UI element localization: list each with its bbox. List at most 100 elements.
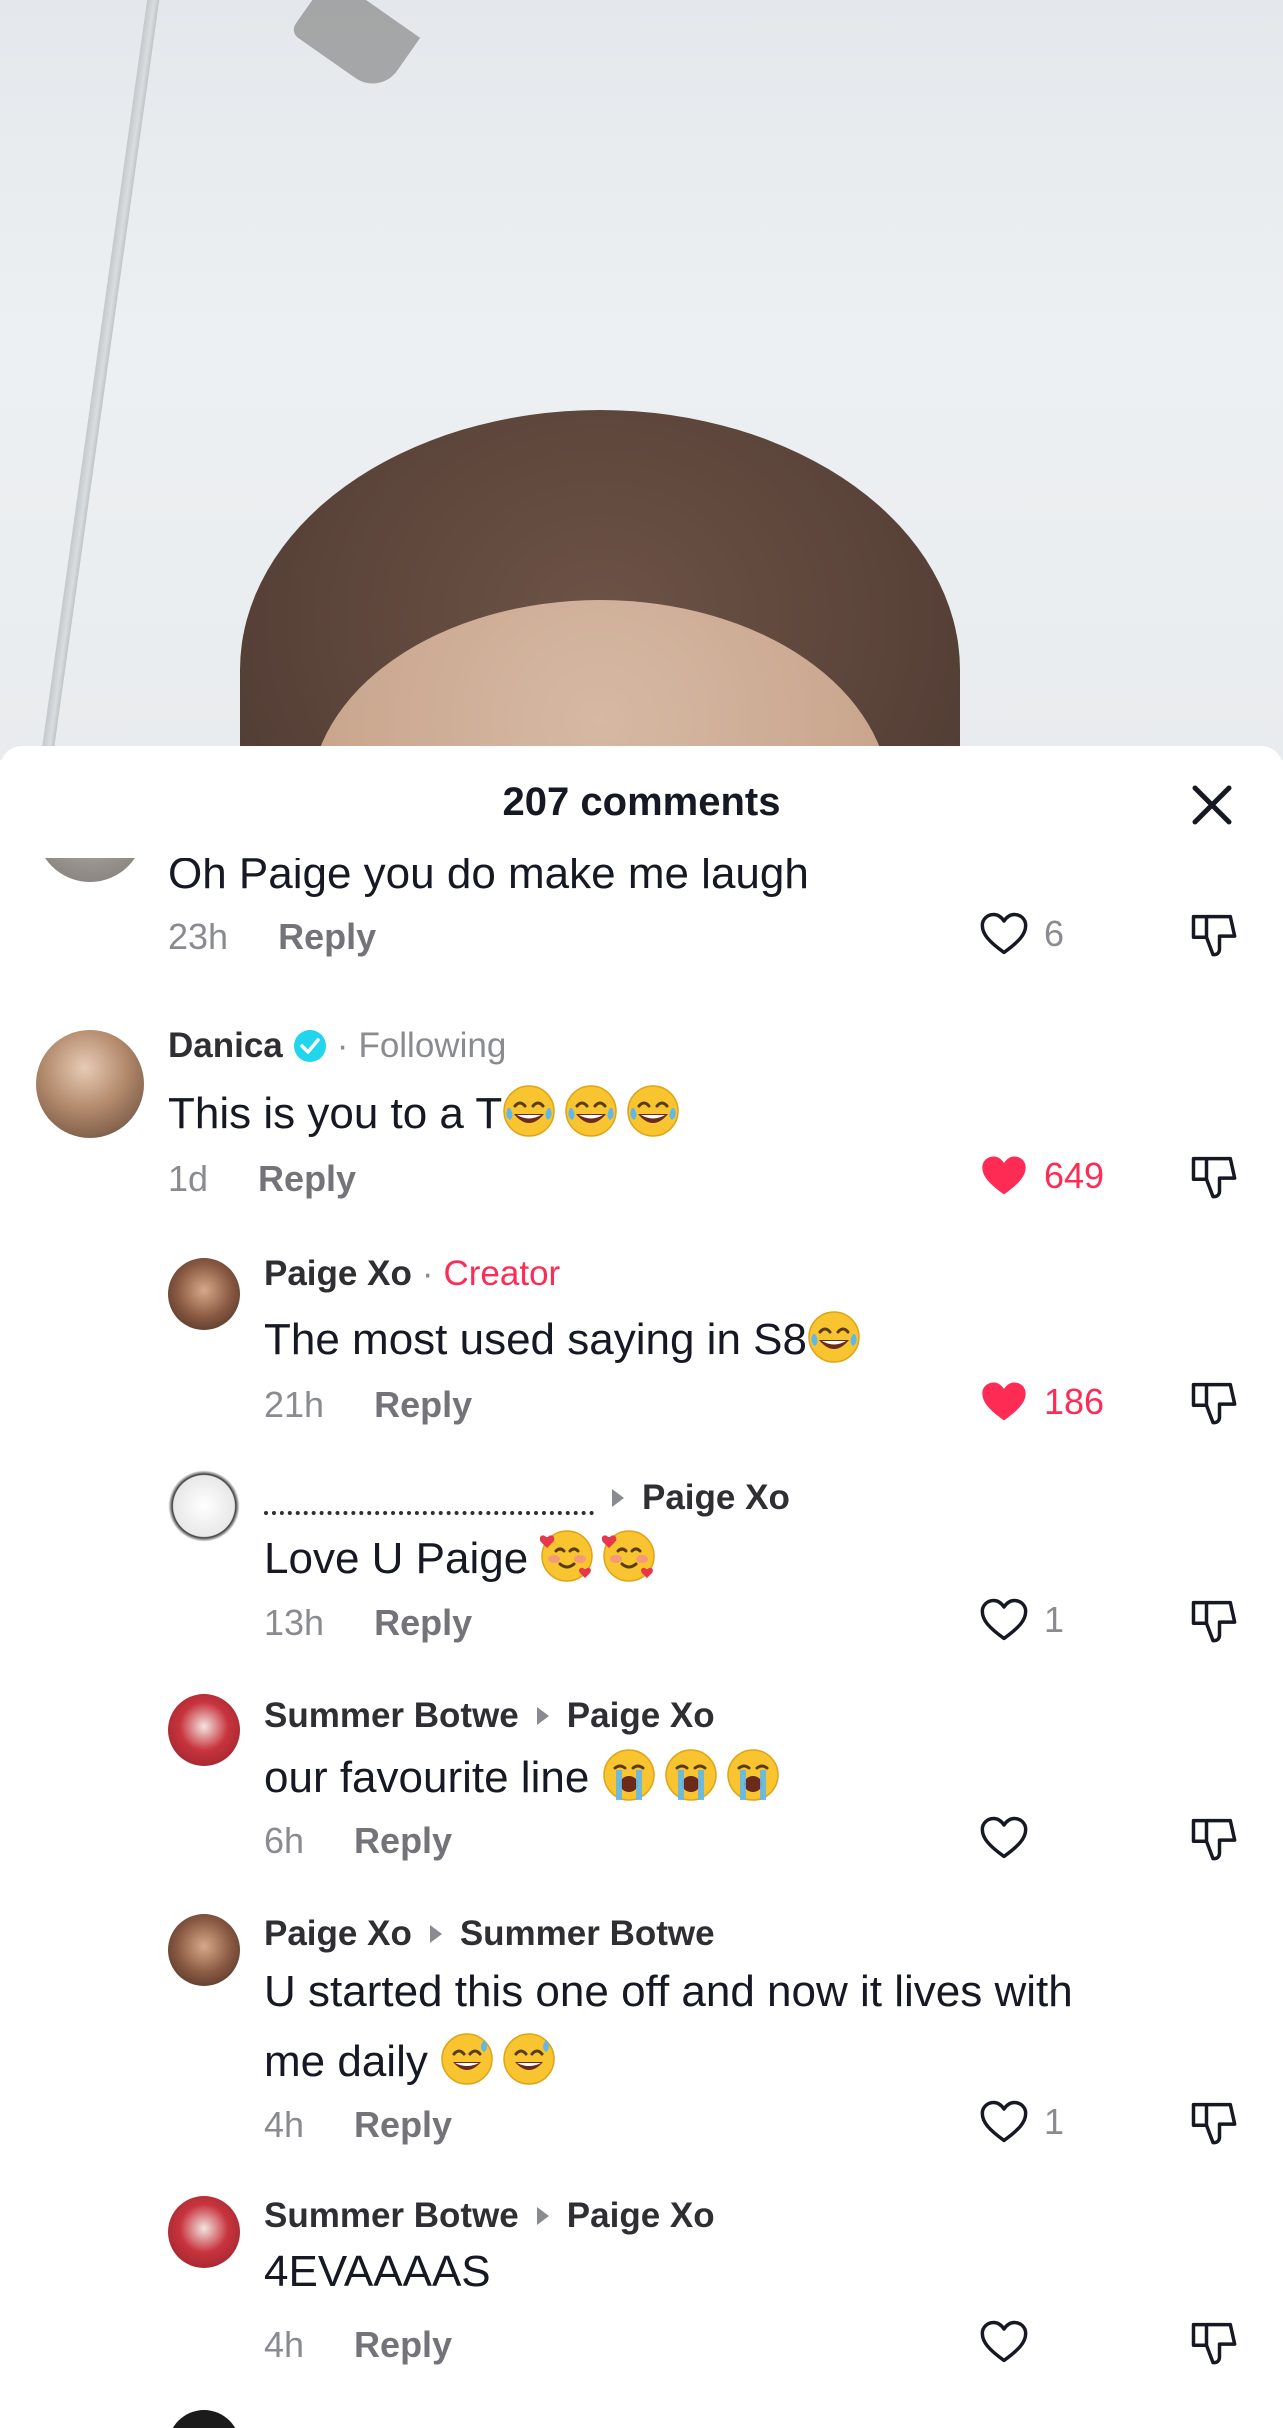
comment-text-content: me daily [264,2037,428,2086]
separator-dot: · [336,1026,349,1065]
username[interactable]: Paige Xo [264,1254,412,1294]
comment-actions: 6h Reply [264,1820,452,1862]
comment-meta: Paige Xo · Creator [264,1254,560,1294]
sweat-smile-emoji-icon [502,2032,556,2086]
comment-actions: 21h Reply [264,1384,472,1426]
reply-to-username[interactable]: Summer Botwe [460,1914,715,1954]
comment-meta: Paige Xo Summer Botwe [264,1914,715,1954]
reply-button[interactable]: Reply [354,1820,452,1862]
avatar[interactable] [168,1914,240,1986]
heart-filled-icon [978,1376,1030,1428]
avatar[interactable] [168,1470,240,1542]
like-count: 649 [1044,1155,1105,1196]
crying-emoji-icon [726,1748,780,1802]
username[interactable]: Summer Botwe [264,2196,519,2236]
thumbs-down-icon[interactable] [1187,1376,1239,1428]
comment-time: 4h [264,2324,305,2365]
heart-icon [978,2096,1030,2148]
like-count: 6 [1044,913,1065,954]
comment-text-content: our favourite line [264,1753,590,1802]
reply-button[interactable]: Reply [258,1158,356,1200]
comment-time: 23h [168,916,229,957]
reply-button[interactable]: Reply [374,1384,472,1426]
sweat-smile-emoji-icon [440,2032,494,2086]
comment-actions: 1d Reply [168,1158,356,1200]
heart-icon [978,2316,1030,2368]
close-icon[interactable] [1189,782,1235,828]
reply-arrow-icon [536,1707,549,1725]
thumbs-down-icon[interactable] [1187,1150,1239,1202]
avatar[interactable] [168,2196,240,2268]
laughing-emoji-icon [502,1084,556,1138]
like-button[interactable]: 1 [978,2096,1064,2148]
username-clipped[interactable] [264,1501,594,1515]
comment-text: U started this one off and now it lives … [264,1967,1073,2016]
comment-time: 4h [264,2104,305,2145]
separator-dot: · [421,1254,434,1293]
avatar[interactable] [168,1694,240,1766]
avatar[interactable] [168,2410,240,2428]
comment-text: This is you to a T [168,1078,688,1150]
laughing-emoji-icon [626,1084,680,1138]
comment-text-content: This is you to a T [168,1089,503,1138]
comments-header: 207 comments [0,746,1283,858]
verified-badge-icon [293,1030,326,1062]
comment-meta: Summer Botwe Paige Xo [264,2196,715,2236]
background-lamp [289,0,421,96]
smiling-hearts-emoji-icon [540,1529,594,1583]
thumbs-down-icon[interactable] [1187,1812,1239,1864]
comment-time: 13h [264,1602,325,1643]
creator-badge: Creator [443,1254,561,1293]
reply-to-username[interactable]: Paige Xo [567,2196,715,2236]
like-button[interactable]: 649 [978,1150,1104,1202]
comment-text: our favourite line [264,1742,788,1814]
video-player[interactable] [0,0,1283,760]
heart-icon [978,908,1030,960]
reply-arrow-icon [536,2207,549,2225]
username[interactable]: Summer Botwe [264,1696,519,1736]
username[interactable]: Paige Xo [264,1914,412,1954]
thumbs-down-icon[interactable] [1187,2316,1239,2368]
heart-icon [978,1812,1030,1864]
reply-button[interactable]: Reply [278,916,376,958]
like-count: 1 [1044,1599,1065,1640]
like-button[interactable]: 6 [978,908,1064,960]
comment-time: 1d [168,1158,209,1199]
thumbs-down-icon[interactable] [1187,908,1239,960]
like-button[interactable]: 186 [978,1376,1104,1428]
laughing-emoji-icon [564,1084,618,1138]
comments-list[interactable]: Oh Paige you do make me laugh 23h Reply … [0,858,1283,2428]
heart-filled-icon [978,1150,1030,1202]
comment-meta: Paige Xo [264,1478,790,1518]
username[interactable]: Danica [168,1026,283,1066]
comment-text-content: The most used saying in S8 [264,1315,807,1364]
reply-to-username[interactable]: Paige Xo [642,1478,790,1518]
reply-button[interactable]: Reply [374,1602,472,1644]
comment-actions: 13h Reply [264,1602,472,1644]
avatar[interactable] [36,858,144,882]
crying-emoji-icon [602,1748,656,1802]
comment-text: Oh Paige you do make me laugh [168,858,809,898]
comment-actions: 23h Reply [168,916,376,958]
comment-text: The most used saying in S8 [264,1304,869,1376]
reply-to-username[interactable]: Paige Xo [567,1696,715,1736]
comment-text: me daily [264,2026,564,2098]
thumbs-down-icon[interactable] [1187,2096,1239,2148]
crying-emoji-icon [664,1748,718,1802]
reply-arrow-icon [429,1925,442,1943]
reply-button[interactable]: Reply [354,2324,452,2366]
comment-text: Love U Paige [264,1523,664,1595]
comment-text-content: Love U Paige [264,1534,529,1583]
comments-count-title: 207 comments [502,779,781,824]
comments-sheet: 207 comments Oh Paige you do make me lau… [0,746,1283,2428]
like-button[interactable]: 1 [978,1594,1064,1646]
following-label: Following [358,1026,507,1065]
like-button[interactable] [978,2316,1030,2368]
reply-button[interactable]: Reply [354,2104,452,2146]
thumbs-down-icon[interactable] [1187,1594,1239,1646]
avatar[interactable] [36,1030,144,1138]
comment-time: 21h [264,1384,325,1425]
avatar[interactable] [168,1258,240,1330]
heart-icon [978,1594,1030,1646]
like-button[interactable] [978,1812,1030,1864]
